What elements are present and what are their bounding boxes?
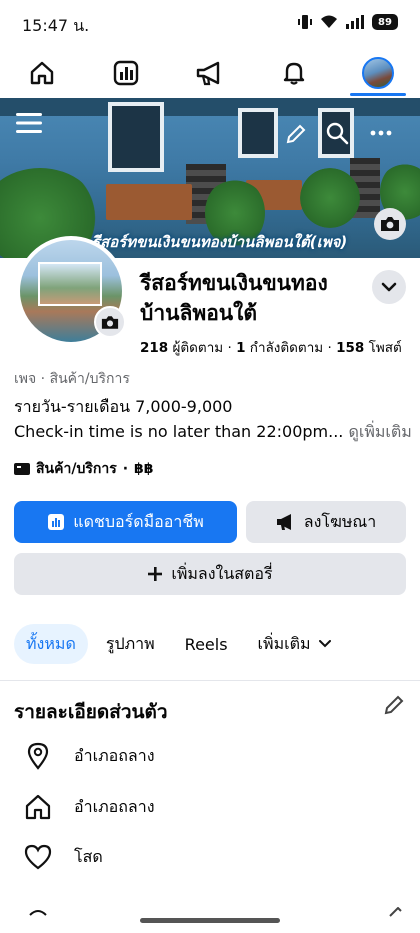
tab-photos[interactable]: รูปภาพ <box>94 624 167 664</box>
pencil-icon <box>384 695 404 715</box>
detail-text: อำเภอถลาง <box>74 796 155 816</box>
nav-tab-dashboard[interactable] <box>84 50 168 96</box>
advertise-button-label: ลงโฆษณา <box>303 511 377 531</box>
content-tabs: ทั้งหมด รูปภาพ Reels เพิ่มเติม <box>14 624 343 664</box>
stat-separator: · <box>327 340 337 356</box>
status-icons: 89 <box>298 14 398 30</box>
cover-plant <box>300 168 360 228</box>
pencil-icon <box>286 124 306 144</box>
battery-indicator: 89 <box>372 14 398 30</box>
tab-all[interactable]: ทั้งหมด <box>14 624 88 664</box>
plus-icon <box>148 567 163 581</box>
dashboard-icon <box>113 60 139 86</box>
details-title: รายละเอียดส่วนตัว <box>14 701 168 723</box>
page-stats: 218 ผู้ติดตาม · 1 กำลังติดตาม · 158 โพสต… <box>140 336 402 358</box>
cover-window <box>238 108 278 158</box>
hamburger-icon <box>16 113 42 133</box>
description-line-1: รายวัน-รายเดือน 7,000-9,000 <box>14 397 233 416</box>
detail-row-relationship: โสด <box>22 844 103 870</box>
chevron-down-icon <box>318 640 331 648</box>
cover-camera-button[interactable] <box>374 208 406 240</box>
heart-icon <box>22 844 54 870</box>
cover-title: รีสอร์ทขนเงินขนทองบ้านลิพอนใต้(เพจ) <box>92 233 348 251</box>
cover-window <box>108 102 164 172</box>
tag-icon <box>14 463 30 475</box>
wifi-icon <box>321 15 337 28</box>
see-more-link[interactable]: ดูเพิ่มเติม <box>348 422 411 441</box>
home-indicator <box>140 918 280 923</box>
dashboard-button-label: แดชบอร์ดมืออาชีพ <box>73 511 204 531</box>
profile-dropdown-button[interactable] <box>372 270 406 304</box>
description-line-2: Check-in time is no later than 22:00pm..… <box>14 420 412 445</box>
professional-dashboard-button[interactable]: แดชบอร์ดมืออาชีพ <box>14 501 237 543</box>
page-name: รีสอร์ทขนเงินขนทอง บ้านลิพอนใต้ <box>140 271 328 325</box>
nav-tab-notifications[interactable] <box>252 50 336 96</box>
more-options-button[interactable] <box>366 120 396 146</box>
location-pin-icon <box>22 742 54 770</box>
search-button[interactable] <box>322 118 352 148</box>
menu-button[interactable] <box>14 108 44 138</box>
megaphone-icon <box>276 514 291 530</box>
posts-count: 158 <box>336 340 365 356</box>
page-category: เพจ · สินค้า/บริการ <box>14 371 130 387</box>
profile-photo-inner <box>38 262 102 306</box>
profile-camera-button[interactable] <box>94 306 126 338</box>
home-icon <box>30 61 54 85</box>
status-bar: 15:47 น. 89 <box>0 0 420 50</box>
edit-details-button[interactable] <box>383 694 405 720</box>
advertise-button[interactable]: ลงโฆษณา <box>246 501 406 543</box>
services-dot: · <box>122 461 129 477</box>
bell-icon <box>283 62 305 85</box>
signal-icon <box>346 15 364 29</box>
detail-row-hometown: อำเภอถลาง <box>22 793 155 821</box>
more-dots-icon <box>370 130 392 136</box>
detail-text: อำเภอถลาง <box>74 745 155 765</box>
following-label[interactable]: กำลังติดตาม <box>250 340 323 356</box>
home-icon <box>22 793 54 821</box>
top-nav <box>0 50 420 96</box>
followers-count[interactable]: 218 <box>140 340 168 356</box>
posts-label: โพสต์ <box>368 340 402 356</box>
following-count[interactable]: 1 <box>236 340 245 356</box>
services-row[interactable]: สินค้า/บริการ · ฿฿ <box>14 458 154 480</box>
nav-tab-profile[interactable] <box>336 50 420 96</box>
vibrate-icon <box>298 15 312 29</box>
partial-edit-icon <box>389 907 402 917</box>
followers-label[interactable]: ผู้ติดตาม <box>172 340 223 356</box>
cover-roof <box>0 98 420 116</box>
tab-reels[interactable]: Reels <box>173 624 240 664</box>
camera-icon <box>381 217 399 231</box>
add-to-story-button[interactable]: เพิ่มลงในสตอรี่ <box>14 553 406 595</box>
edit-cover-button[interactable] <box>282 120 310 148</box>
cover-bench <box>106 184 192 220</box>
nav-tab-home[interactable] <box>0 50 84 96</box>
partial-icon <box>29 910 47 916</box>
stat-separator: · <box>227 340 237 356</box>
detail-text: โสด <box>74 846 103 866</box>
cover-photo[interactable]: รีสอร์ทขนเงินขนทองบ้านลิพอนใต้(เพจ) <box>0 98 420 258</box>
services-label: สินค้า/บริการ <box>36 461 117 477</box>
profile-avatar <box>362 57 394 89</box>
tab-more-label: เพิ่มเติม <box>257 633 311 653</box>
description-text: Check-in time is no later than 22:00pm..… <box>14 422 344 441</box>
divider <box>0 680 420 681</box>
status-time: 15:47 น. <box>22 16 90 35</box>
dashboard-icon <box>48 514 65 530</box>
camera-icon <box>101 315 119 329</box>
add-to-story-label: เพิ่มลงในสตอรี่ <box>171 563 273 583</box>
services-price: ฿฿ <box>134 461 154 477</box>
nav-tab-ads[interactable] <box>168 50 252 96</box>
chevron-down-icon <box>381 282 397 292</box>
megaphone-icon <box>196 61 220 86</box>
detail-row-location: อำเภอถลาง <box>22 742 155 770</box>
tab-more[interactable]: เพิ่มเติม <box>246 624 343 664</box>
search-icon <box>326 122 349 145</box>
